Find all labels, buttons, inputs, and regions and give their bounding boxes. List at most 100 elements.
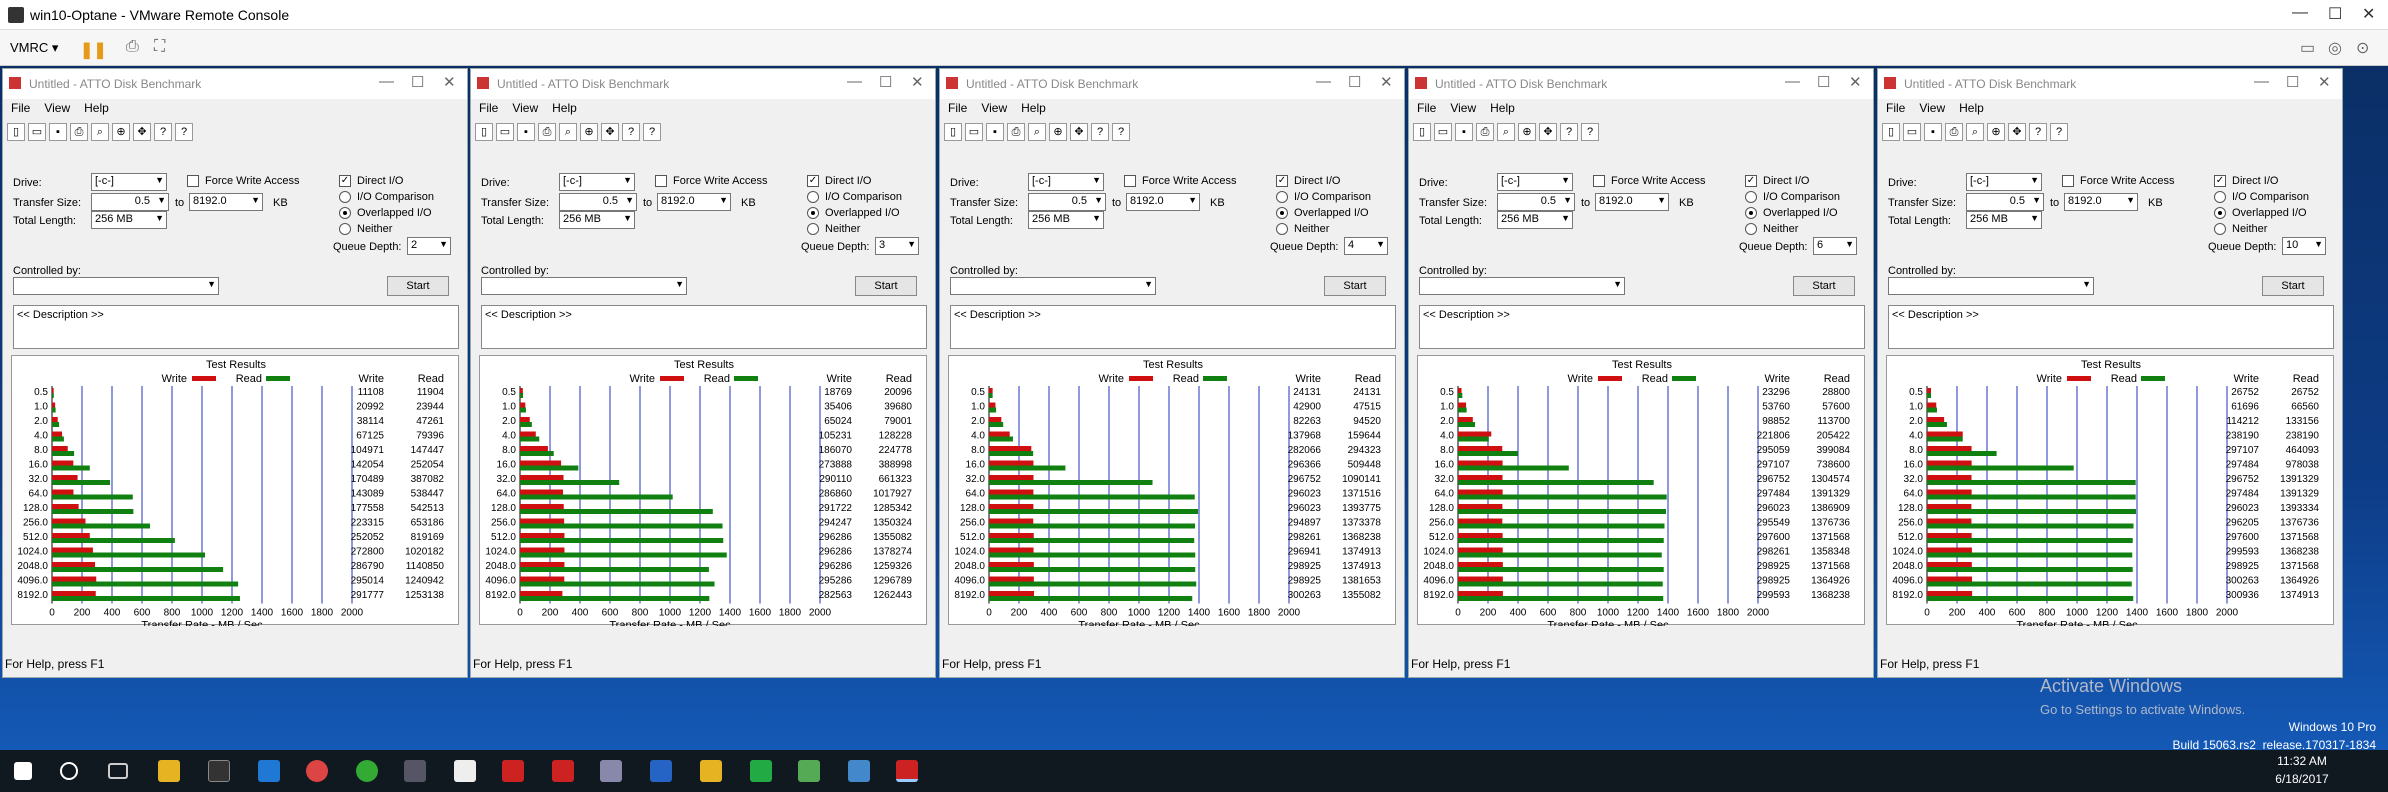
neither-radio[interactable]	[339, 223, 351, 235]
file-explorer-icon[interactable]	[158, 760, 180, 782]
open-file-icon[interactable]: ▭	[496, 123, 514, 141]
transfer-to-select[interactable]: 8192.0 ▼	[657, 193, 731, 211]
description-box[interactable]: << Description >>	[13, 305, 459, 349]
menu-item-file[interactable]: File	[1417, 101, 1436, 115]
menu-item-help[interactable]: Help	[552, 101, 577, 115]
queue-depth-select[interactable]: 6 ▼	[1813, 237, 1857, 255]
move-icon[interactable]: ✥	[133, 123, 151, 141]
save-file-icon[interactable]: ▪	[1924, 123, 1942, 141]
neither-radio[interactable]	[1745, 223, 1757, 235]
zoom-icon[interactable]: ⊕	[580, 123, 598, 141]
menu-item-help[interactable]: Help	[1959, 101, 1984, 115]
io-comparison-radio[interactable]	[1745, 191, 1757, 203]
direct-io-checkbox[interactable]: ✓	[339, 175, 351, 187]
zoom-icon[interactable]: ⊕	[112, 123, 130, 141]
new-file-icon[interactable]: ▯	[1413, 123, 1431, 141]
drive-select[interactable]: [-c-] ▼	[1028, 173, 1104, 191]
task-view-icon[interactable]	[108, 763, 128, 779]
move-icon[interactable]: ✥	[1539, 123, 1557, 141]
app-icon-5[interactable]	[750, 760, 772, 782]
app-icon-6[interactable]	[798, 760, 820, 782]
chrome-icon[interactable]	[306, 760, 328, 782]
devices-icon[interactable]: ▭	[2300, 38, 2315, 58]
transfer-to-select[interactable]: 8192.0 ▼	[2064, 193, 2138, 211]
context-help-icon[interactable]: ?	[1112, 123, 1130, 141]
close-icon[interactable]: ✕	[1849, 73, 1862, 91]
description-box[interactable]: << Description >>	[950, 305, 1396, 349]
chrome-alt-icon[interactable]	[356, 760, 378, 782]
transfer-from-select[interactable]: 0.5 ▼	[1028, 193, 1106, 211]
clock-time[interactable]: 11:32 AM	[2262, 754, 2342, 768]
drive-select[interactable]: [-c-] ▼	[1497, 173, 1573, 191]
transfer-to-select[interactable]: 8192.0 ▼	[1595, 193, 1669, 211]
close-icon[interactable]: ✕	[443, 73, 456, 91]
edge-icon[interactable]	[258, 760, 280, 782]
menu-item-view[interactable]: View	[44, 101, 70, 115]
help-icon[interactable]: ⊙	[2356, 38, 2369, 58]
io-comparison-radio[interactable]	[807, 191, 819, 203]
overlapped-io-radio[interactable]	[1276, 207, 1288, 219]
zoom-icon[interactable]: ⊕	[1049, 123, 1067, 141]
new-file-icon[interactable]: ▯	[7, 123, 25, 141]
direct-io-checkbox[interactable]: ✓	[807, 175, 819, 187]
open-file-icon[interactable]: ▭	[965, 123, 983, 141]
io-comparison-radio[interactable]	[1276, 191, 1288, 203]
close-icon[interactable]: ✕	[2362, 4, 2375, 24]
start-button[interactable]: Start	[1324, 276, 1386, 296]
help-icon[interactable]: ?	[2029, 123, 2047, 141]
start-button-icon[interactable]	[14, 762, 32, 780]
menu-item-view[interactable]: View	[1450, 101, 1476, 115]
clock-date[interactable]: 6/18/2017	[2262, 772, 2342, 786]
menu-item-view[interactable]: View	[1919, 101, 1945, 115]
help-icon[interactable]: ?	[1091, 123, 1109, 141]
save-file-icon[interactable]: ▪	[49, 123, 67, 141]
terminal-icon[interactable]	[208, 760, 230, 782]
context-help-icon[interactable]: ?	[1581, 123, 1599, 141]
direct-io-checkbox[interactable]: ✓	[1276, 175, 1288, 187]
send-ctrl-alt-del-icon[interactable]: ⎙	[126, 38, 139, 56]
controlled-by-select[interactable]: ▼	[1888, 277, 2094, 295]
total-length-select[interactable]: 256 MB ▼	[1966, 211, 2042, 229]
menu-item-help[interactable]: Help	[1490, 101, 1515, 115]
neither-radio[interactable]	[1276, 223, 1288, 235]
settings-icon[interactable]: ◎	[2328, 38, 2342, 58]
minimize-icon[interactable]: —	[2254, 73, 2269, 90]
overlapped-io-radio[interactable]	[339, 207, 351, 219]
force-write-checkbox[interactable]	[187, 175, 199, 187]
new-file-icon[interactable]: ▯	[475, 123, 493, 141]
transfer-to-select[interactable]: 8192.0 ▼	[1126, 193, 1200, 211]
total-length-select[interactable]: 256 MB ▼	[1497, 211, 1573, 229]
print-preview-icon[interactable]: ⌕	[91, 123, 109, 141]
neither-radio[interactable]	[2214, 223, 2226, 235]
open-file-icon[interactable]: ▭	[1903, 123, 1921, 141]
minimize-icon[interactable]: —	[379, 73, 394, 90]
app-icon-3[interactable]	[650, 760, 672, 782]
app-icon-7[interactable]	[848, 760, 870, 782]
transfer-from-select[interactable]: 0.5 ▼	[91, 193, 169, 211]
context-help-icon[interactable]: ?	[643, 123, 661, 141]
menu-item-view[interactable]: View	[981, 101, 1007, 115]
transfer-from-select[interactable]: 0.5 ▼	[1497, 193, 1575, 211]
app-icon[interactable]	[404, 760, 426, 782]
app-icon-4[interactable]	[700, 760, 722, 782]
start-button[interactable]: Start	[2262, 276, 2324, 296]
maximize-icon[interactable]: ☐	[1348, 73, 1361, 91]
new-file-icon[interactable]: ▯	[1882, 123, 1900, 141]
overlapped-io-radio[interactable]	[1745, 207, 1757, 219]
print-preview-icon[interactable]: ⌕	[559, 123, 577, 141]
total-length-select[interactable]: 256 MB ▼	[91, 211, 167, 229]
maximize-icon[interactable]: ☐	[1817, 73, 1830, 91]
minimize-icon[interactable]: —	[2292, 4, 2308, 22]
controlled-by-select[interactable]: ▼	[1419, 277, 1625, 295]
queue-depth-select[interactable]: 4 ▼	[1344, 237, 1388, 255]
queue-depth-select[interactable]: 10 ▼	[2282, 237, 2326, 255]
save-file-icon[interactable]: ▪	[986, 123, 1004, 141]
paint-icon[interactable]	[454, 760, 476, 782]
help-icon[interactable]: ?	[622, 123, 640, 141]
transfer-from-select[interactable]: 0.5 ▼	[559, 193, 637, 211]
menu-item-help[interactable]: Help	[84, 101, 109, 115]
menu-item-file[interactable]: File	[11, 101, 30, 115]
move-icon[interactable]: ✥	[601, 123, 619, 141]
atto-icon[interactable]	[502, 760, 524, 782]
fullscreen-icon[interactable]: ⛶	[154, 38, 165, 56]
